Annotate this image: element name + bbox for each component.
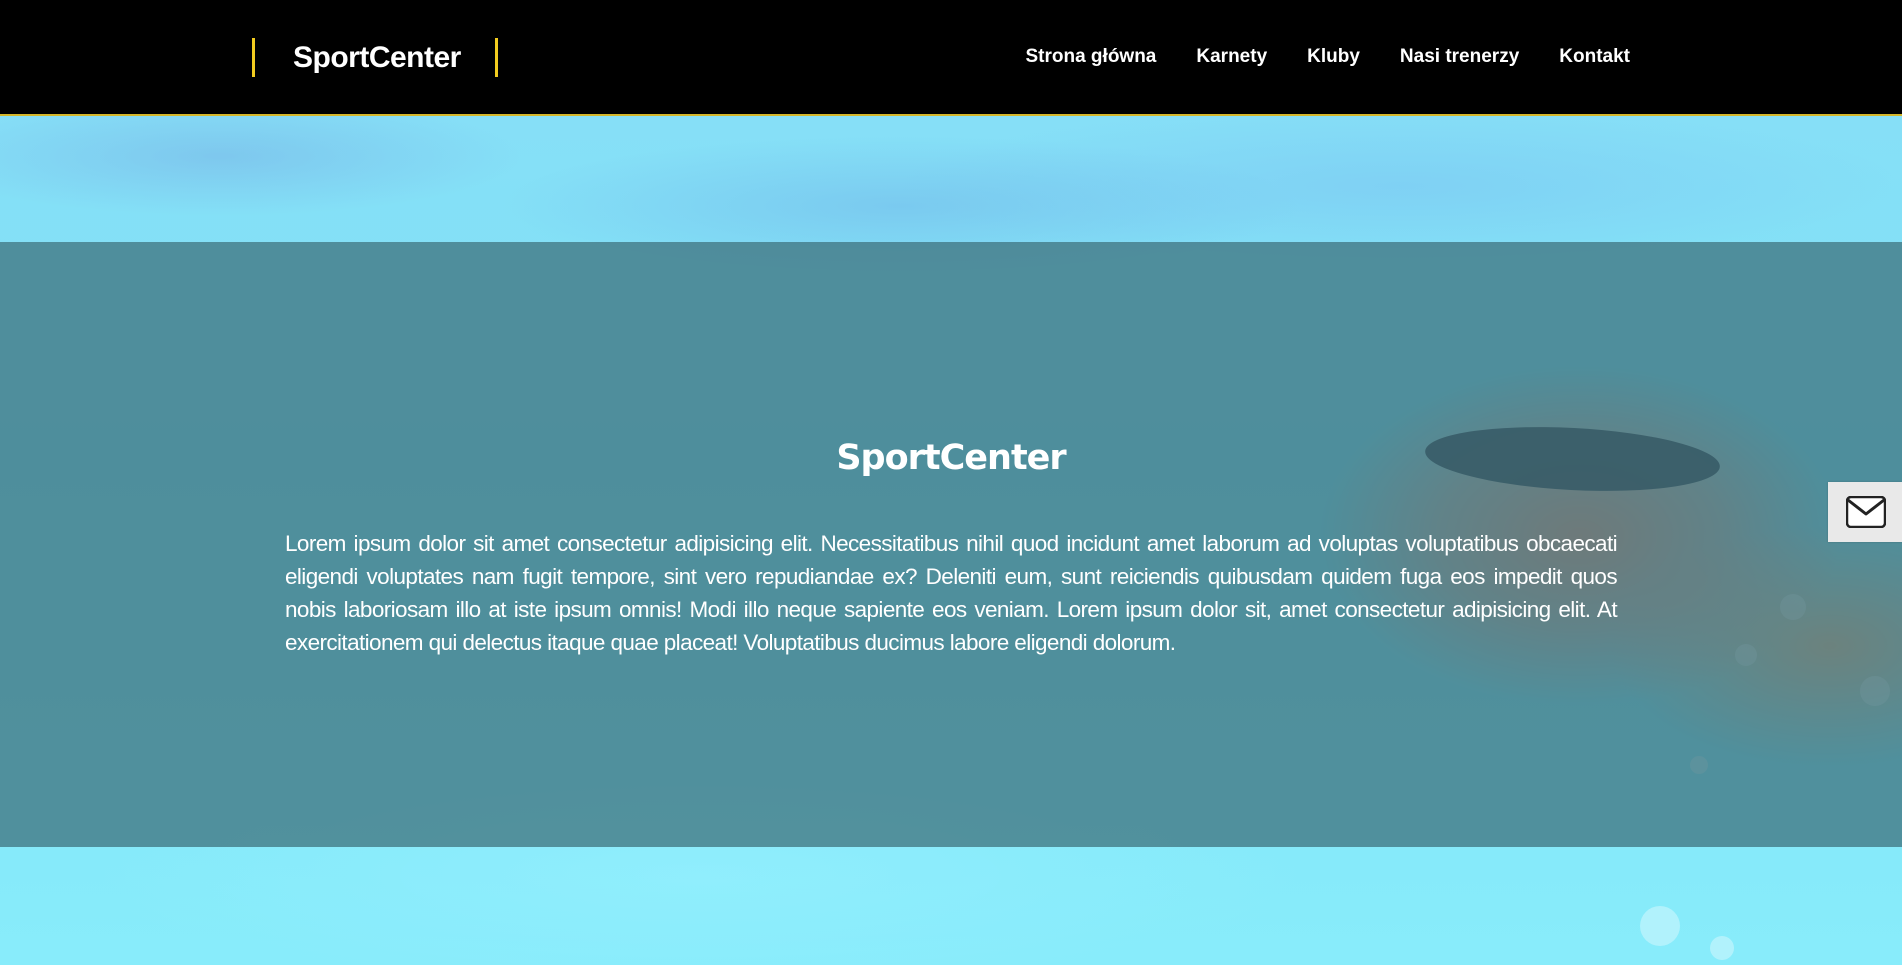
contact-side-tab[interactable] xyxy=(1828,482,1902,542)
light-sparkle xyxy=(1710,936,1734,960)
hero-title: SportCenter xyxy=(836,438,1066,478)
site-header: SportCenter Strona główna Karnety Kluby … xyxy=(0,0,1902,116)
site-logo[interactable]: SportCenter xyxy=(293,38,461,78)
nav-link-passes[interactable]: Karnety xyxy=(1196,44,1267,70)
main-nav: Strona główna Karnety Kluby Nasi trenerz… xyxy=(1025,44,1630,70)
nav-link-home[interactable]: Strona główna xyxy=(1025,44,1156,70)
envelope-icon xyxy=(1846,496,1886,528)
light-sparkle xyxy=(1640,906,1680,946)
logo-divider-left xyxy=(252,38,255,77)
nav-link-trainers[interactable]: Nasi trenerzy xyxy=(1400,44,1519,70)
logo-divider-right xyxy=(495,38,498,77)
nav-link-clubs[interactable]: Kluby xyxy=(1307,44,1360,70)
hero-description: Lorem ipsum dolor sit amet consectetur a… xyxy=(285,531,1618,655)
nav-link-contact[interactable]: Kontakt xyxy=(1559,44,1630,70)
